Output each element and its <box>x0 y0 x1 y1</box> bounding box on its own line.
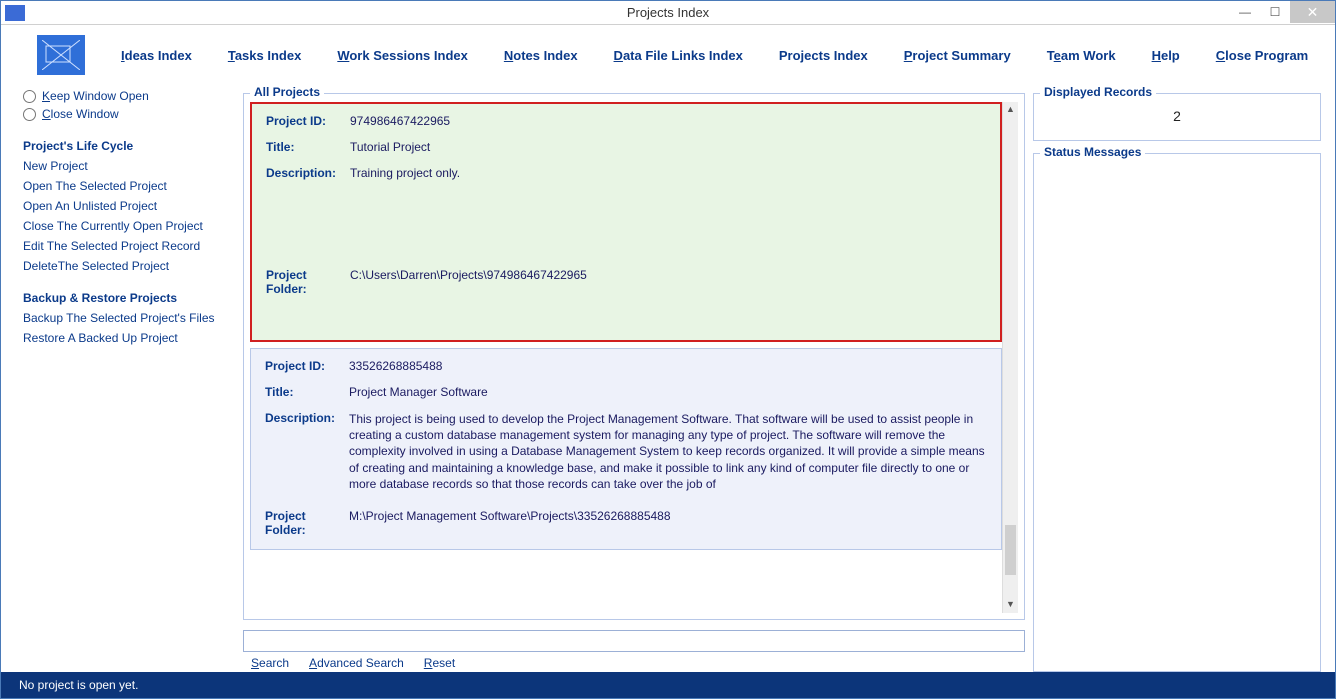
value-description: Training project only. <box>350 166 986 256</box>
right-column: Displayed Records 2 Status Messages <box>1033 87 1321 672</box>
body-area: Keep Window Open Close Window Project's … <box>1 79 1335 672</box>
link-reset[interactable]: Reset <box>424 656 455 670</box>
menu-help[interactable]: Help <box>1152 48 1180 63</box>
main-panel: All Projects Project ID: 974986467422965… <box>243 87 1025 672</box>
link-open-unlisted-project[interactable]: Open An Unlisted Project <box>23 199 235 213</box>
menu-data-file-links-index[interactable]: Data File Links Index <box>614 48 743 63</box>
projects-scrollbar[interactable]: ▲ ▼ <box>1002 102 1018 613</box>
sidebar-heading-backup: Backup & Restore Projects <box>23 291 235 305</box>
label-description: Description: <box>266 166 350 256</box>
link-open-selected-project[interactable]: Open The Selected Project <box>23 179 235 193</box>
window-title: Projects Index <box>627 5 709 20</box>
value-project-folder: C:\Users\Darren\Projects\974986467422965 <box>350 268 986 328</box>
radio-keep-open-input[interactable] <box>23 90 36 103</box>
link-edit-selected-project[interactable]: Edit The Selected Project Record <box>23 239 235 253</box>
window-buttons: — ☐ ✕ <box>1230 1 1335 23</box>
radio-close-window-input[interactable] <box>23 108 36 121</box>
menu-notes-index[interactable]: Notes Index <box>504 48 578 63</box>
radio-close-window-label: lose Window <box>51 107 119 121</box>
menu-work-sessions-index[interactable]: Work Sessions Index <box>337 48 468 63</box>
displayed-records-value: 2 <box>1040 102 1314 134</box>
label-project-folder: ProjectFolder: <box>266 268 350 328</box>
project-card[interactable]: Project ID: 33526268885488 Title: Projec… <box>250 348 1002 550</box>
value-title: Tutorial Project <box>350 140 986 154</box>
main-toolbar: Ideas Index Tasks Index Work Sessions In… <box>1 25 1335 79</box>
value-description: This project is being used to develop th… <box>349 411 987 497</box>
minimize-button[interactable]: — <box>1230 1 1260 23</box>
projects-list: Project ID: 974986467422965 Title: Tutor… <box>250 102 1002 613</box>
content-area: Ideas Index Tasks Index Work Sessions In… <box>1 25 1335 698</box>
all-projects-group: All Projects Project ID: 974986467422965… <box>243 93 1025 620</box>
link-restore-backup[interactable]: Restore A Backed Up Project <box>23 331 235 345</box>
app-logo <box>37 35 85 75</box>
maximize-button[interactable]: ☐ <box>1260 1 1290 23</box>
scrollbar-track[interactable] <box>1003 118 1018 597</box>
link-delete-selected-project[interactable]: DeleteThe Selected Project <box>23 259 235 273</box>
app-window: Projects Index — ☐ ✕ Ideas Index Tasks I… <box>0 0 1336 699</box>
search-input[interactable] <box>243 630 1025 652</box>
scroll-down-arrow-icon[interactable]: ▼ <box>1003 597 1018 613</box>
label-description: Description: <box>265 411 349 497</box>
menu-tasks-index[interactable]: Tasks Index <box>228 48 301 63</box>
menu-team-work[interactable]: Team Work <box>1047 48 1116 63</box>
link-advanced-search[interactable]: Advanced Search <box>309 656 404 670</box>
value-project-id: 33526268885488 <box>349 359 987 373</box>
search-links: Search Advanced Search Reset <box>243 656 1025 670</box>
search-area: Search Advanced Search Reset <box>243 630 1025 670</box>
radio-keep-window-open[interactable]: Keep Window Open <box>23 89 235 103</box>
all-projects-legend: All Projects <box>250 85 324 99</box>
project-card-selected[interactable]: Project ID: 974986467422965 Title: Tutor… <box>250 102 1002 342</box>
link-close-current-project[interactable]: Close The Currently Open Project <box>23 219 235 233</box>
main-menu: Ideas Index Tasks Index Work Sessions In… <box>121 48 1308 63</box>
radio-close-window[interactable]: Close Window <box>23 107 235 121</box>
menu-projects-index[interactable]: Projects Index <box>779 48 868 63</box>
titlebar: Projects Index — ☐ ✕ <box>1 1 1335 25</box>
scroll-up-arrow-icon[interactable]: ▲ <box>1003 102 1018 118</box>
menu-close-program[interactable]: Close Program <box>1216 48 1308 63</box>
sidebar-heading-life-cycle: Project's Life Cycle <box>23 139 235 153</box>
label-title: Title: <box>266 140 350 154</box>
status-messages-group: Status Messages <box>1033 153 1321 672</box>
value-project-id: 974986467422965 <box>350 114 986 128</box>
menu-ideas-index[interactable]: Ideas Index <box>121 48 192 63</box>
status-bar-text: No project is open yet. <box>19 678 138 692</box>
label-project-id: Project ID: <box>265 359 349 373</box>
menu-project-summary[interactable]: Project Summary <box>904 48 1011 63</box>
status-messages-legend: Status Messages <box>1040 145 1145 159</box>
app-icon <box>5 5 25 21</box>
radio-keep-open-label: eep Window Open <box>50 89 149 103</box>
label-title: Title: <box>265 385 349 399</box>
label-project-folder: ProjectFolder: <box>265 509 349 537</box>
displayed-records-legend: Displayed Records <box>1040 85 1156 99</box>
label-project-id: Project ID: <box>266 114 350 128</box>
value-title: Project Manager Software <box>349 385 987 399</box>
link-search[interactable]: Search <box>251 656 289 670</box>
link-backup-selected[interactable]: Backup The Selected Project's Files <box>23 311 235 325</box>
status-bar: No project is open yet. <box>1 672 1335 698</box>
link-new-project[interactable]: New Project <box>23 159 235 173</box>
sidebar: Keep Window Open Close Window Project's … <box>23 87 235 672</box>
close-button[interactable]: ✕ <box>1290 1 1335 23</box>
value-project-folder: M:\Project Management Software\Projects\… <box>349 509 987 537</box>
displayed-records-group: Displayed Records 2 <box>1033 93 1321 141</box>
scrollbar-thumb[interactable] <box>1005 525 1016 575</box>
